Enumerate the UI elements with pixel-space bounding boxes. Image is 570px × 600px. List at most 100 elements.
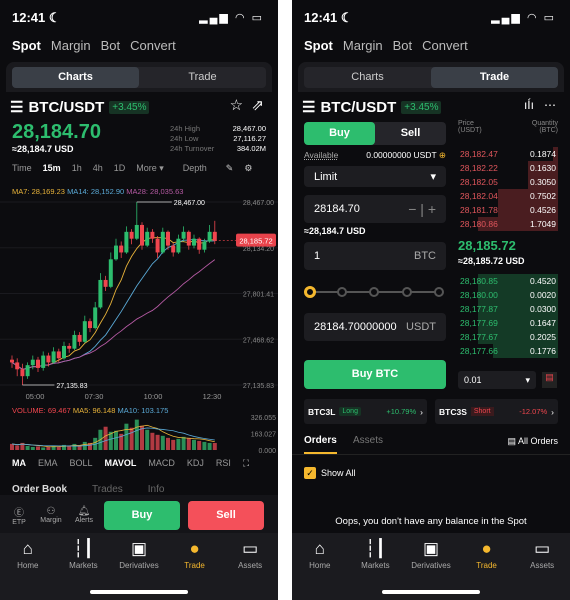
home-indicator: [90, 590, 188, 594]
tf-15m[interactable]: 15m: [43, 163, 61, 174]
wallet-icon: ▭: [534, 539, 551, 558]
ask-row[interactable]: 28,182.05 0.3050: [458, 175, 558, 189]
ob-qty-header: Quantity (BTC): [531, 120, 558, 134]
ind-ma[interactable]: MA: [12, 458, 26, 469]
tab-spot[interactable]: Spot: [304, 38, 333, 53]
candle: [197, 238, 202, 250]
settings-icon[interactable]: ⚙: [244, 163, 252, 174]
candle: [140, 224, 144, 246]
tf-time[interactable]: Time: [12, 163, 32, 174]
bid-row[interactable]: 28,177.67 0.2025: [458, 330, 558, 344]
menu-icon[interactable]: ☰: [10, 98, 23, 116]
tf-1h[interactable]: 1h: [72, 163, 82, 174]
volume-bar: [160, 435, 165, 450]
more-icon[interactable]: ⋯: [544, 98, 556, 112]
sell-button[interactable]: Sell: [188, 500, 264, 530]
nav-home[interactable]: ⌂ Home: [3, 539, 53, 600]
ask-row[interactable]: 28,182.22 0.1630: [458, 161, 558, 175]
charts-screen: 12:41 ☾ ▂▄▆ ◠ ▭ Spot Margin Bot Convert Cha…: [0, 0, 278, 600]
chart-icon[interactable]: ıÍı: [524, 98, 534, 112]
ind-boll[interactable]: BOLL: [70, 458, 93, 469]
tab-margin[interactable]: Margin: [51, 38, 91, 53]
tab-convert[interactable]: Convert: [130, 38, 176, 53]
candle: [155, 238, 160, 253]
volume-bar: [72, 443, 77, 450]
volume-bar: [103, 426, 108, 450]
tab-charts[interactable]: Charts: [304, 67, 431, 88]
tf-depth[interactable]: Depth: [183, 163, 207, 174]
tab-assets[interactable]: Assets: [353, 435, 383, 446]
side-sell[interactable]: Sell: [375, 122, 446, 145]
tab-trade[interactable]: Trade: [139, 67, 266, 88]
menu-icon[interactable]: ☰: [302, 98, 315, 116]
fullscreen-icon[interactable]: ⛶: [243, 458, 249, 469]
ind-kdj[interactable]: KDJ: [187, 458, 204, 469]
buy-button[interactable]: Buy: [104, 500, 180, 530]
ask-row[interactable]: 28,182.47 0.1874: [458, 147, 558, 161]
tab-spot[interactable]: Spot: [12, 38, 41, 53]
ind-mavol[interactable]: MAVOL: [105, 458, 137, 469]
pencil-icon[interactable]: ✎: [226, 163, 234, 174]
pair-header[interactable]: ☰ BTC/USDT +3.45%: [302, 98, 442, 116]
candle: [77, 334, 82, 342]
tf-more[interactable]: More ▾: [136, 163, 164, 174]
depth-select[interactable]: 0.01 ▾: [458, 371, 536, 389]
ask-row[interactable]: 28,182.04 0.7502: [458, 189, 558, 203]
candle: [93, 307, 98, 329]
margin-button[interactable]: ⚇ Margin: [38, 506, 64, 524]
derivatives-icon: ▣: [422, 539, 440, 558]
tf-1d[interactable]: 1D: [114, 163, 126, 174]
candle: [192, 238, 196, 246]
tab-bot[interactable]: Bot: [101, 38, 121, 53]
etp-short-card[interactable]: BTC3S Short -12.07% ›: [435, 399, 558, 424]
tf-4h[interactable]: 4h: [93, 163, 103, 174]
tab-convert[interactable]: Convert: [422, 38, 468, 53]
ind-rsi[interactable]: RSI: [216, 458, 231, 469]
candle: [20, 369, 25, 377]
side-buy[interactable]: Buy: [304, 122, 375, 145]
tab-charts[interactable]: Charts: [12, 67, 139, 88]
show-all-checkbox[interactable]: ✓ Show All: [304, 467, 356, 479]
nav-assets[interactable]: ▭ Assets: [225, 539, 275, 600]
bid-row[interactable]: 28,180.00 0.0020: [458, 288, 558, 302]
etp-button[interactable]: Ⓔ ETP: [8, 504, 30, 526]
tab-margin[interactable]: Margin: [343, 38, 383, 53]
tab-trades[interactable]: Trades: [92, 484, 123, 495]
document-icon: ▤: [507, 436, 516, 446]
candle: [67, 345, 72, 349]
orderbook-layout-icon[interactable]: ▤: [542, 372, 557, 388]
ind-ema[interactable]: EMA: [38, 458, 58, 469]
nav-assets[interactable]: ▭ Assets: [517, 539, 567, 600]
tab-orders[interactable]: Orders: [304, 435, 337, 454]
moon-icon: ☾: [340, 10, 353, 25]
tab-bot[interactable]: Bot: [393, 38, 413, 53]
candle: [176, 238, 181, 253]
buy-btc-button[interactable]: Buy BTC: [304, 360, 446, 389]
amount-input[interactable]: 1 BTC: [304, 242, 446, 270]
candle: [145, 231, 150, 246]
volume-bar: [30, 446, 35, 450]
candle: [46, 355, 51, 363]
bid-row[interactable]: 28,177.69 0.1647: [458, 316, 558, 330]
bid-row[interactable]: 28,177.87 0.0300: [458, 302, 558, 316]
status-time: 12:41 ☾: [12, 10, 61, 25]
ask-row[interactable]: 28,181.78 0.4526: [458, 203, 558, 217]
candlestick-chart[interactable]: 28,467.00 28,134.20 27,801.41 27,468.62 27,1…: [0, 195, 278, 455]
ask-row[interactable]: 28,180.86 1.7049: [458, 217, 558, 231]
share-icon[interactable]: ⇗: [251, 97, 264, 114]
bid-row[interactable]: 28,177.66 0.1776: [458, 344, 558, 358]
nav-home[interactable]: ⌂ Home: [295, 539, 345, 600]
pair-header[interactable]: ☰ BTC/USDT +3.45%: [10, 98, 150, 116]
tab-trade[interactable]: Trade: [431, 67, 558, 88]
mid-usd: ≈28,185.72 USD: [458, 256, 525, 266]
alerts-button[interactable]: 🔔︎ Alerts: [72, 506, 96, 524]
all-orders-link[interactable]: ▤ All Orders: [507, 436, 558, 447]
bid-row[interactable]: 28,180.85 0.4520: [458, 274, 558, 288]
ind-macd[interactable]: MACD: [148, 458, 175, 469]
star-icon[interactable]: ☆: [230, 97, 243, 114]
candle: [186, 231, 191, 246]
tab-info[interactable]: Info: [148, 484, 165, 495]
volume-bar: [207, 442, 212, 450]
etp-long-card[interactable]: BTC3L Long +10.79% ›: [304, 399, 427, 424]
tab-order-book[interactable]: Order Book: [12, 484, 67, 495]
